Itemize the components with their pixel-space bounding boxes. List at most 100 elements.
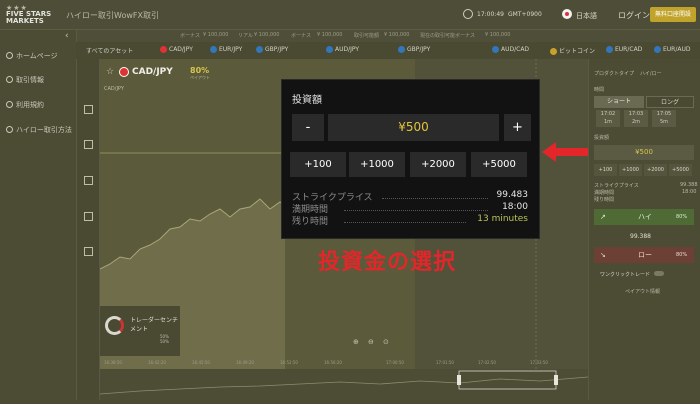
- sentiment-ring: [105, 316, 124, 335]
- dotted-leader: [344, 222, 466, 223]
- balance-value: ¥ 100,000: [317, 32, 343, 38]
- dotted-leader: [344, 210, 488, 211]
- increase-amount-button[interactable]: +: [504, 114, 531, 141]
- short-tab[interactable]: ショート: [594, 96, 644, 108]
- signup-button[interactable]: 無料口座開設: [650, 7, 696, 22]
- logo[interactable]: FIVE STARS MARKETS: [6, 11, 51, 25]
- chart-navigator[interactable]: [99, 369, 589, 400]
- toggle-switch[interactable]: [654, 271, 665, 276]
- language-selector[interactable]: 日本語: [576, 11, 597, 21]
- draw-line-icon[interactable]: [84, 140, 93, 149]
- sidebar-item-home[interactable]: ホームページ: [6, 51, 58, 61]
- clock-time: 17:00:49: [477, 11, 504, 18]
- payout-info-link[interactable]: ペイアウト情報: [625, 288, 660, 295]
- asset-tab[interactable]: EUR/AUD: [654, 46, 691, 53]
- asset-tab[interactable]: GBP/JPY: [398, 46, 430, 53]
- sidebar: [0, 30, 77, 400]
- increment-2000-button[interactable]: +2000: [410, 152, 466, 177]
- increment-button[interactable]: +100: [594, 164, 617, 176]
- expiry-option[interactable]: 17:02 1m: [596, 110, 620, 127]
- red-arrow-icon: [542, 142, 588, 162]
- x-tick: 16:42:20: [148, 360, 166, 365]
- clock-icon: [463, 9, 473, 19]
- asset-tab[interactable]: EUR/JPY: [210, 46, 242, 53]
- x-tick: 16:56:20: [324, 360, 342, 365]
- asset-tab[interactable]: ビットコイン: [550, 46, 595, 55]
- navigator-svg: [99, 370, 589, 395]
- strike-price-value: 99.483: [496, 190, 529, 200]
- asset-selector[interactable]: CAD/JPY: [132, 67, 173, 77]
- expiry-time-label: 満期時間: [594, 190, 615, 196]
- monitor-icon[interactable]: [84, 212, 93, 221]
- expiry-option[interactable]: 17:05 5m: [652, 110, 676, 127]
- tab-wowfx[interactable]: WowFX取引: [114, 10, 159, 21]
- increment-button[interactable]: +2000: [644, 164, 667, 176]
- product-type-value[interactable]: ハイ/ロー: [640, 70, 662, 77]
- all-assets-dropdown[interactable]: すべてのアセット: [86, 46, 133, 55]
- amount-field[interactable]: ¥500: [328, 114, 499, 141]
- amount-input[interactable]: ¥500: [594, 145, 694, 160]
- asset-tab[interactable]: AUD/CAD: [492, 46, 529, 53]
- crosshair-icon[interactable]: [84, 105, 93, 114]
- x-tick: 16:45:50: [192, 360, 210, 365]
- amount-label: 投資額: [594, 135, 610, 141]
- flag-icon: [326, 46, 333, 53]
- cube-icon[interactable]: [84, 247, 93, 256]
- asset-tab[interactable]: GBP/JPY: [256, 46, 288, 53]
- collapse-chevron-icon[interactable]: ‹: [65, 31, 69, 41]
- high-button[interactable]: ↗ ハイ 80%: [594, 209, 694, 225]
- x-tick: 16:49:20: [236, 360, 254, 365]
- low-button[interactable]: ↘ ロー 80%: [594, 247, 694, 263]
- popup-title: 投資額: [292, 95, 322, 106]
- zoom-reset-icon[interactable]: ⊙: [383, 338, 389, 346]
- up-arrow-icon: ↗: [600, 213, 606, 221]
- flag-icon: [398, 46, 405, 53]
- product-type-label: プロダクトタイプ: [594, 71, 635, 77]
- sentiment-low: 50%: [160, 339, 169, 344]
- x-tick: 17:01:50: [436, 360, 454, 365]
- sidebar-item-terms[interactable]: 利用規約: [6, 100, 44, 110]
- time-label: 時間: [594, 87, 605, 93]
- increment-100-button[interactable]: +100: [290, 152, 346, 177]
- asset-tab[interactable]: CAD/JPY: [160, 46, 193, 53]
- zoom-out-icon[interactable]: ⊖: [368, 338, 374, 346]
- bitcoin-icon: [550, 48, 557, 55]
- expiry-value: 18:00: [502, 202, 528, 212]
- increment-1000-button[interactable]: +1000: [349, 152, 405, 177]
- flag-icon: [160, 46, 167, 53]
- flag-icon: [606, 46, 613, 53]
- dotted-leader: [382, 198, 488, 199]
- tab-highlow[interactable]: ハイロー取引: [66, 10, 114, 21]
- navigator-handle-right: [554, 375, 558, 385]
- one-click-trade-toggle[interactable]: ワンクリックトレード: [600, 271, 665, 278]
- balance-label: 取引可能額: [354, 33, 380, 39]
- info-icon: [6, 76, 13, 83]
- sidebar-item-how-to[interactable]: ハイロー取引方法: [6, 125, 72, 135]
- expiry-time-value: 18:00: [682, 189, 697, 195]
- calendar-icon[interactable]: [84, 176, 93, 185]
- strike-label: ストライクプライス: [594, 183, 639, 189]
- expiry-option[interactable]: 17:03 2m: [624, 110, 648, 127]
- down-arrow-icon: ↘: [600, 251, 606, 259]
- home-icon: [6, 52, 13, 59]
- favorite-star-icon[interactable]: ☆: [106, 67, 114, 77]
- balance-label: ボーナス: [180, 33, 201, 39]
- sentiment-values: 50% 50%: [160, 334, 169, 344]
- increment-button[interactable]: +1000: [619, 164, 642, 176]
- long-tab[interactable]: ロング: [646, 96, 694, 108]
- increment-5000-button[interactable]: +5000: [471, 152, 527, 177]
- payout-rate: 80%: [190, 66, 210, 75]
- japan-flag-icon[interactable]: [562, 9, 572, 19]
- decrease-amount-button[interactable]: -: [292, 114, 324, 141]
- navigator-window: [458, 370, 557, 390]
- logo-line2: MARKETS: [6, 17, 44, 25]
- login-link[interactable]: ログイン: [618, 10, 650, 21]
- sidebar-item-trade-info[interactable]: 取引情報: [6, 75, 44, 85]
- x-tick: 16:52:50: [280, 360, 298, 365]
- x-tick: 17:02:50: [478, 360, 496, 365]
- x-tick: 17:03:50: [530, 360, 548, 365]
- zoom-in-icon[interactable]: ⊕: [353, 338, 359, 346]
- increment-button[interactable]: +5000: [669, 164, 692, 176]
- asset-tab[interactable]: AUD/JPY: [326, 46, 359, 53]
- asset-tab[interactable]: EUR/CAD: [606, 46, 642, 53]
